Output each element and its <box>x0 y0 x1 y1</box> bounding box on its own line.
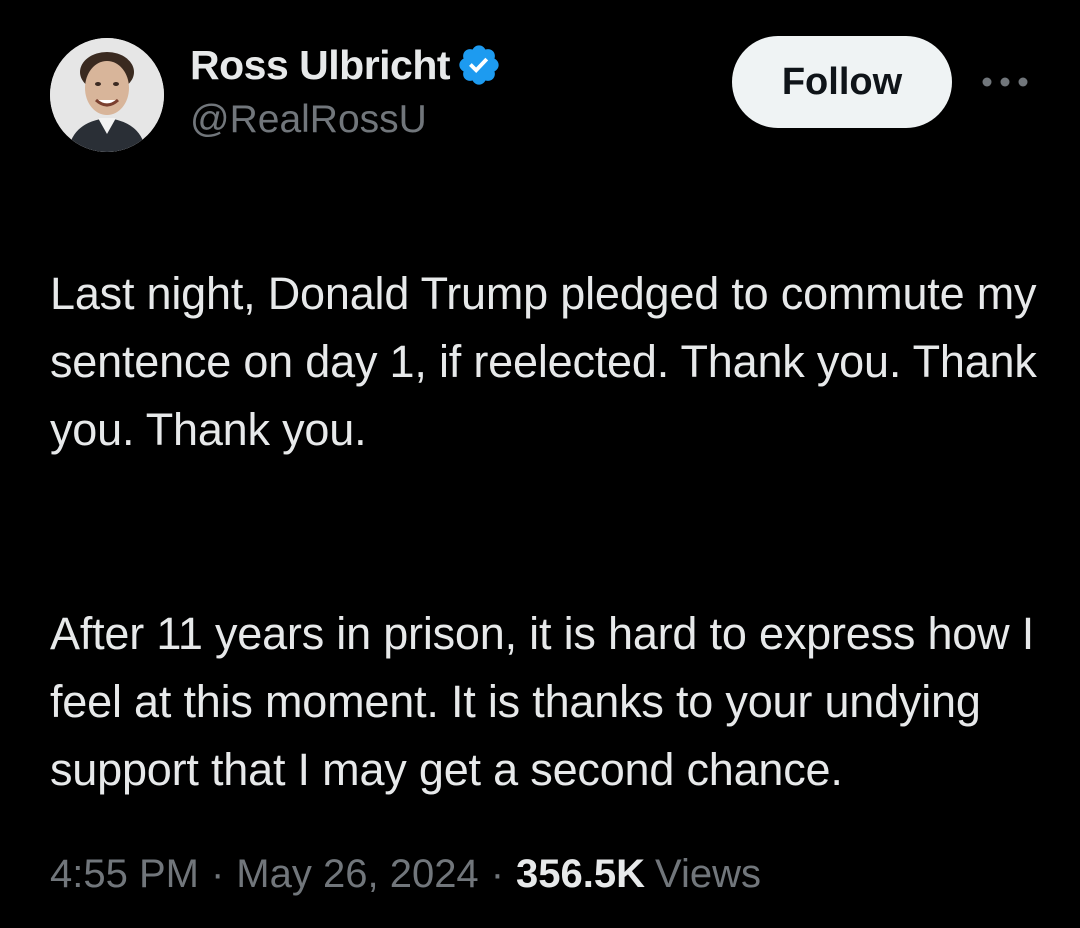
author-name-row[interactable]: Ross Ulbricht <box>190 40 502 90</box>
verified-badge-icon[interactable] <box>456 42 502 88</box>
avatar[interactable] <box>50 38 164 152</box>
tweet-paragraph: Last night, Donald Trump pledged to comm… <box>50 268 1037 455</box>
tweet-paragraph: After 11 years in prison, it is hard to … <box>50 608 1035 795</box>
tweet-time[interactable]: 4:55 PM <box>50 852 199 897</box>
more-horizontal-icon <box>982 77 1028 87</box>
more-options-button[interactable] <box>978 62 1032 102</box>
tweet-date[interactable]: May 26, 2024 <box>236 852 478 897</box>
author-handle[interactable]: @RealRossU <box>190 98 427 142</box>
views-count[interactable]: 356.5K <box>516 852 645 897</box>
profile-photo-icon <box>50 38 164 152</box>
views-label[interactable]: Views <box>655 852 761 897</box>
tweet-metadata: 4:55 PM · May 26, 2024 · 356.5K Views <box>50 852 761 897</box>
follow-button[interactable]: Follow <box>732 36 952 128</box>
meta-separator: · <box>490 852 505 896</box>
tweet-card: Ross Ulbricht @RealRossU Follow Last nig… <box>0 0 1080 928</box>
tweet-text: Last night, Donald Trump pledged to comm… <box>50 192 1050 872</box>
author-display-name[interactable]: Ross Ulbricht <box>190 42 451 89</box>
meta-separator: · <box>210 852 225 896</box>
